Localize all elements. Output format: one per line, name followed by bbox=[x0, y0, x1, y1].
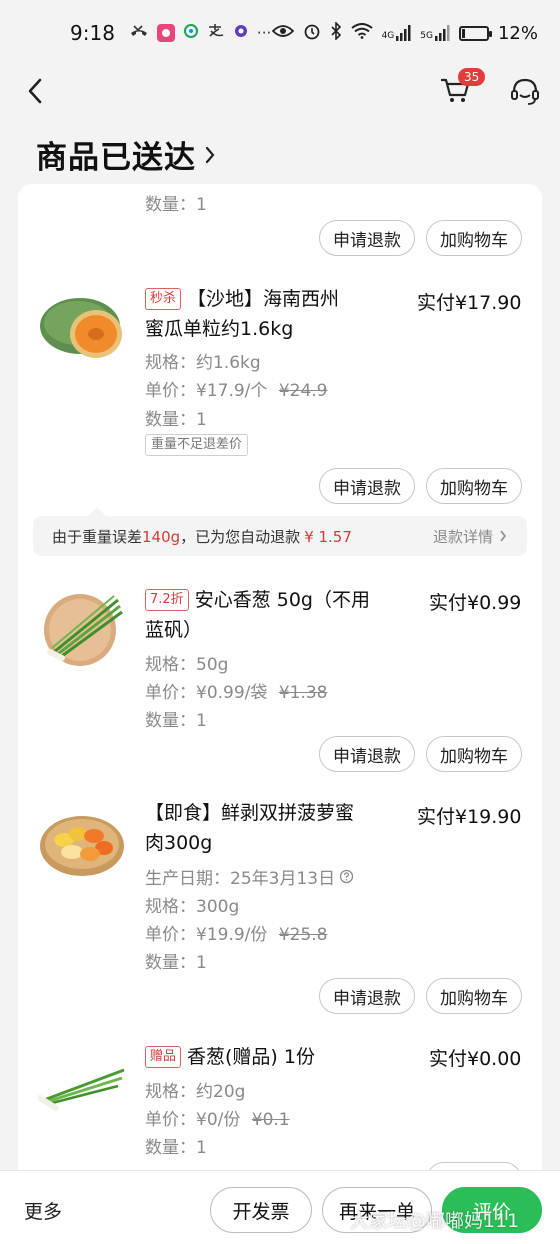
production-date: 生产日期：25年3月13日 bbox=[145, 864, 354, 889]
customer-service-button[interactable] bbox=[508, 74, 544, 110]
item-title-line1[interactable]: 【沙地】海南西州 bbox=[187, 288, 339, 310]
paid-price: 实付¥19.90 bbox=[417, 806, 522, 828]
item-title-line2[interactable]: 蓝矾） bbox=[145, 619, 202, 641]
signal-4g-icon: 4G bbox=[382, 25, 412, 41]
missed-call-icon bbox=[129, 23, 149, 43]
refund-note-middle: ，已为您自动退款 bbox=[180, 527, 301, 546]
product-image-gift-scallion[interactable] bbox=[37, 1058, 126, 1118]
refund-detail-label: 退款详情 bbox=[432, 527, 493, 546]
unit-price: 单价：¥17.9/个 ¥24.9 bbox=[145, 376, 327, 401]
product-image-scallion[interactable] bbox=[40, 586, 126, 672]
original-price: ¥25.8 bbox=[278, 925, 328, 945]
refund-amount: ¥ 1.57 bbox=[304, 527, 352, 546]
item-spec: 规格：约1.6kg bbox=[145, 353, 261, 373]
paid-price: 实付¥0.00 bbox=[429, 1048, 522, 1070]
paid-price: 实付¥0.99 bbox=[429, 592, 522, 614]
battery-icon bbox=[458, 25, 492, 41]
app-round-icon bbox=[233, 23, 249, 43]
original-price: ¥0.1 bbox=[251, 1110, 290, 1130]
status-left: 9:18 ··· bbox=[70, 21, 271, 45]
reorder-button[interactable]: 再来一单 bbox=[322, 1187, 432, 1233]
gift-tag: 赠品 bbox=[145, 1046, 182, 1068]
bluetooth-icon bbox=[330, 20, 342, 45]
add-to-cart-button[interactable]: 加购物车 bbox=[426, 468, 522, 504]
item-quantity: 数量：1 bbox=[145, 195, 207, 215]
item-title-line1[interactable]: 香葱(赠品) 1份 bbox=[187, 1046, 315, 1068]
original-price: ¥24.9 bbox=[278, 381, 328, 401]
item-title-line2[interactable]: 肉300g bbox=[145, 828, 212, 858]
item-title-line1[interactable]: 【即食】鲜剥双拼菠萝蜜 bbox=[145, 798, 415, 828]
chevron-right-icon bbox=[205, 146, 215, 163]
refund-note-prefix: 由于重量误差 bbox=[52, 527, 143, 546]
order-items-card: 数量：1 申请退款 加购物车 秒杀 【沙地】海南西州 蜜瓜单粒约1.6kg 实付¥… bbox=[18, 184, 542, 1184]
invoice-button[interactable]: 开发票 bbox=[210, 1187, 312, 1233]
status-time: 9:18 bbox=[70, 21, 115, 45]
battery-percent: 12% bbox=[497, 22, 538, 44]
cart-badge: 35 bbox=[458, 68, 486, 86]
page-title: 商品已送达 bbox=[36, 140, 196, 176]
paid-price: 实付¥17.90 bbox=[417, 292, 522, 314]
unit-price-value: 单价：¥17.9/个 bbox=[145, 381, 268, 401]
unit-price: 单价：¥0/份 ¥0.1 bbox=[145, 1105, 290, 1130]
refund-button[interactable]: 申请退款 bbox=[319, 468, 415, 504]
refund-weight: 140g bbox=[142, 527, 181, 546]
more-dots-icon: ··· bbox=[256, 24, 272, 42]
status-bar: 9:18 ··· 4G 5G 12% bbox=[0, 0, 560, 66]
unit-price-value: 单价：¥0.99/袋 bbox=[145, 683, 268, 703]
discount-tag: 7.2折 bbox=[145, 589, 189, 611]
status-right: 4G 5G 12% bbox=[271, 20, 538, 45]
alipay-icon bbox=[207, 23, 225, 43]
item-title-line2[interactable]: 蜜瓜单粒约1.6kg bbox=[145, 318, 293, 340]
auto-refund-text: 由于重量误差140g，已为您自动退款 ¥ 1.57 bbox=[52, 526, 352, 547]
item-quantity: 数量：1 bbox=[145, 953, 207, 973]
add-to-cart-button[interactable]: 加购物车 bbox=[426, 736, 522, 772]
product-image-melon[interactable] bbox=[36, 290, 128, 362]
weight-refund-badge: 重量不足退差价 bbox=[145, 434, 249, 456]
signal-5g-icon: 5G bbox=[420, 25, 450, 41]
original-price: ¥1.38 bbox=[278, 683, 328, 703]
item-title-line1[interactable]: 安心香葱 50g（不用 bbox=[195, 589, 370, 611]
alarm-icon bbox=[303, 22, 321, 45]
product-image-jackfruit[interactable] bbox=[38, 810, 126, 878]
item-spec: 规格：50g bbox=[145, 655, 229, 675]
production-date-value: 生产日期：25年3月13日 bbox=[145, 869, 336, 889]
wifi-icon bbox=[350, 22, 373, 44]
item-quantity: 数量：1 bbox=[145, 410, 207, 430]
flash-sale-tag: 秒杀 bbox=[145, 288, 182, 310]
unit-price-value: 单价：¥0/份 bbox=[145, 1110, 241, 1130]
unit-price-value: 单价：¥19.9/份 bbox=[145, 925, 268, 945]
bottom-action-bar: 更多 开发票 再来一单 评价 bbox=[0, 1170, 560, 1244]
item-spec: 规格：约20g bbox=[145, 1082, 246, 1102]
refund-button[interactable]: 申请退款 bbox=[319, 978, 415, 1014]
more-button[interactable]: 更多 bbox=[24, 1197, 62, 1224]
chevron-right-icon bbox=[500, 530, 507, 542]
refund-button[interactable]: 申请退款 bbox=[319, 736, 415, 772]
auto-refund-note: 由于重量误差140g，已为您自动退款 ¥ 1.57 退款详情 bbox=[33, 516, 527, 556]
eye-icon bbox=[271, 23, 294, 44]
unit-price: 单价：¥19.9/份 ¥25.8 bbox=[145, 920, 327, 945]
headset-icon bbox=[511, 78, 539, 105]
add-to-cart-button[interactable]: 加购物车 bbox=[426, 978, 522, 1014]
back-button[interactable] bbox=[20, 76, 50, 106]
review-button[interactable]: 评价 bbox=[442, 1187, 542, 1233]
item-quantity: 数量：1 bbox=[145, 1138, 207, 1158]
chevron-left-icon bbox=[28, 78, 42, 104]
item-spec: 规格：300g bbox=[145, 897, 240, 917]
unit-price: 单价：¥0.99/袋 ¥1.38 bbox=[145, 678, 327, 703]
refund-detail-link[interactable]: 退款详情 bbox=[433, 526, 507, 547]
help-icon[interactable] bbox=[339, 869, 354, 884]
item-quantity: 数量：1 bbox=[145, 711, 207, 731]
china-mobile-icon bbox=[183, 23, 199, 43]
add-to-cart-button[interactable]: 加购物车 bbox=[426, 220, 522, 256]
page-title-row[interactable]: 商品已送达 bbox=[36, 132, 216, 177]
nav-bar: 35 bbox=[0, 66, 560, 116]
app-icon bbox=[156, 24, 175, 42]
refund-button[interactable]: 申请退款 bbox=[319, 220, 415, 256]
